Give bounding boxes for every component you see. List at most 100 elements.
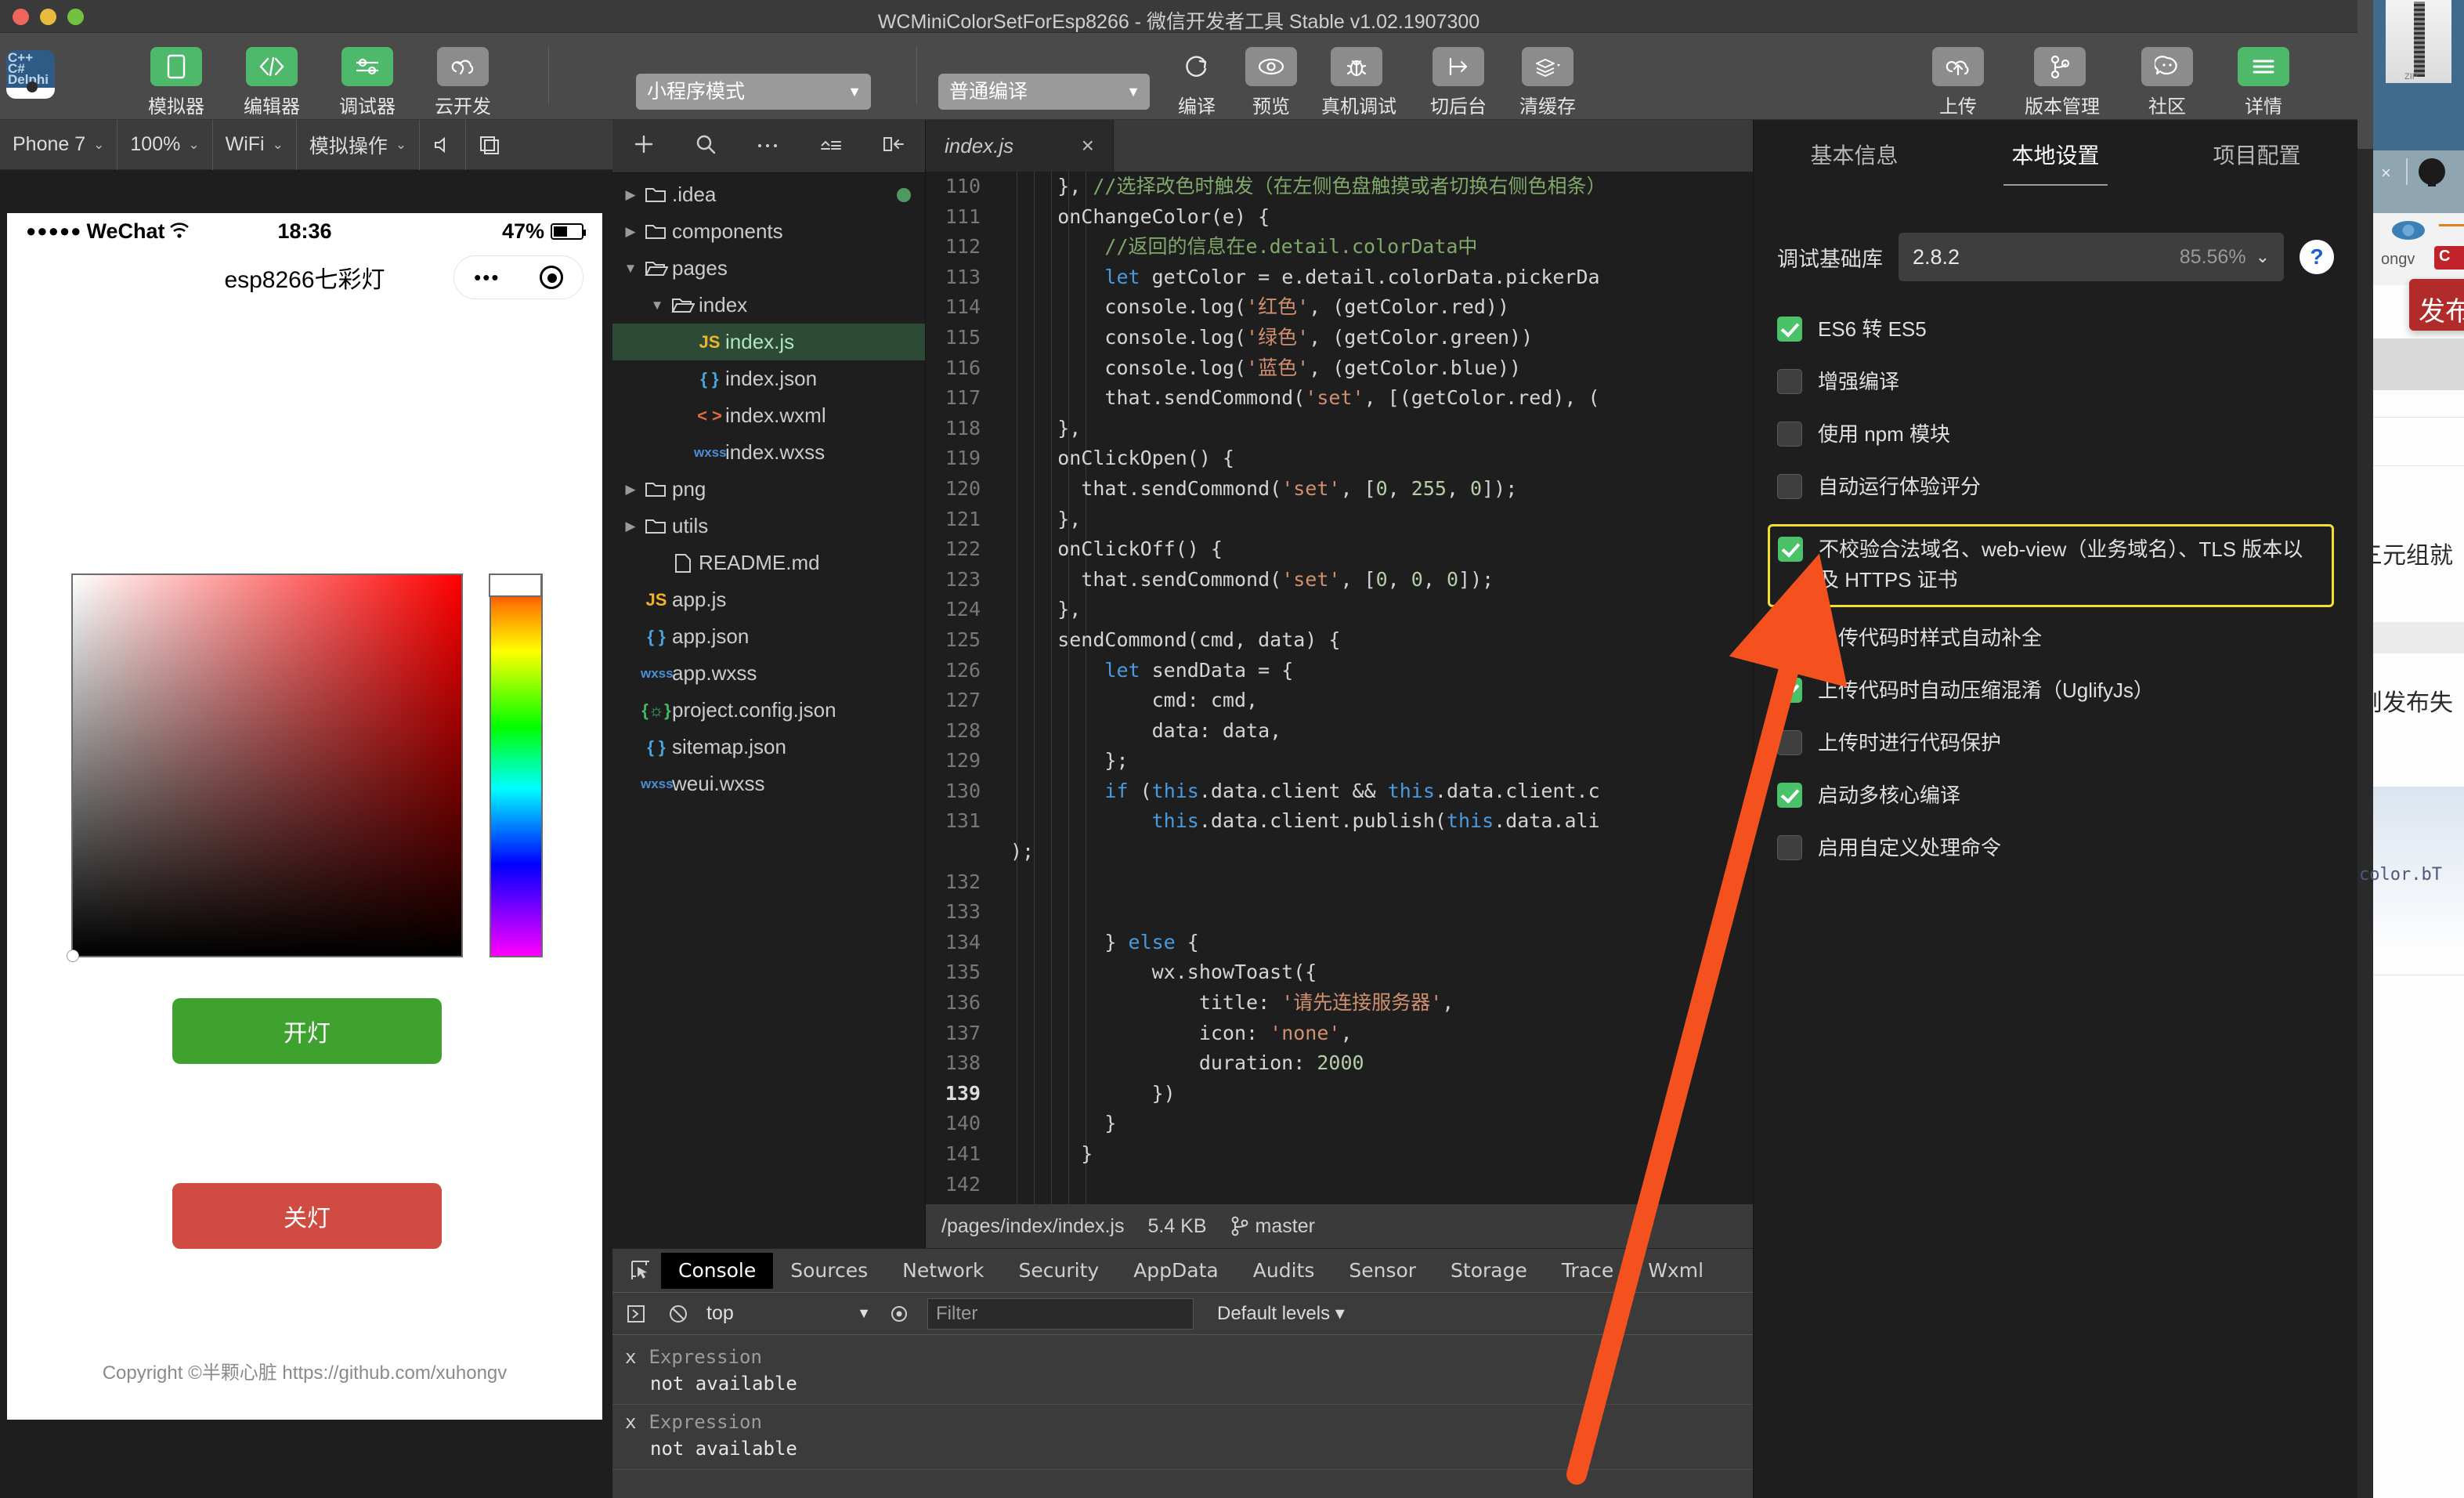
- checkbox[interactable]: [1777, 730, 1802, 755]
- mode-select[interactable]: 小程序模式 ▼: [636, 74, 871, 110]
- clear-console-icon[interactable]: [664, 1304, 692, 1324]
- tree-item-project-config-json[interactable]: {☼} project.config.json: [612, 692, 925, 729]
- tree-item-index-json[interactable]: { } index.json: [612, 360, 925, 397]
- devtools-tab-network[interactable]: Network: [885, 1253, 1001, 1289]
- device-select[interactable]: Phone 7 ⌄: [0, 119, 118, 170]
- editor-tab-index-js[interactable]: index.js ×: [926, 120, 1114, 172]
- tree-item-png[interactable]: ▶ png: [612, 471, 925, 508]
- chevron-down-icon[interactable]: ▼: [620, 261, 641, 277]
- help-icon[interactable]: ?: [2300, 240, 2334, 274]
- tree-item-app-js[interactable]: JS app.js: [612, 581, 925, 618]
- toolbar-button-upload[interactable]: 上传: [1923, 47, 1993, 118]
- setting-row-2[interactable]: 使用 npm 模块: [1777, 419, 2334, 450]
- devtools-tab-audits[interactable]: Audits: [1236, 1253, 1332, 1289]
- tree-item-README-md[interactable]: README.md: [612, 545, 925, 581]
- window-icon[interactable]: [465, 119, 513, 170]
- panel-icon[interactable]: [882, 135, 905, 157]
- console-levels-select[interactable]: Default levels ▾: [1217, 1302, 1345, 1325]
- phone-screen[interactable]: ●●●●● WeChat 18:36 47% esp8266七彩灯 ••• 开灯…: [7, 213, 602, 1420]
- checkbox[interactable]: [1778, 537, 1803, 562]
- toolbar-button-background[interactable]: 切后台: [1423, 47, 1494, 118]
- details-tab-0[interactable]: 基本信息: [1810, 139, 1898, 186]
- debug-library-select[interactable]: 2.8.2 85.56% ⌄: [1899, 233, 2284, 281]
- hue-slider[interactable]: [489, 574, 543, 957]
- plus-icon[interactable]: [632, 132, 656, 160]
- light-off-button[interactable]: 关灯: [172, 1183, 442, 1249]
- toolbar-button-debugger[interactable]: 调试器: [332, 47, 403, 118]
- target-icon[interactable]: [539, 266, 563, 289]
- devtools-tab-sources[interactable]: Sources: [773, 1253, 885, 1289]
- chevron-down-icon[interactable]: ▼: [647, 298, 667, 313]
- checkbox[interactable]: [1777, 474, 1802, 499]
- details-tab-2[interactable]: 项目配置: [2213, 139, 2300, 186]
- checkbox[interactable]: [1777, 625, 1802, 650]
- collapse-icon[interactable]: [819, 136, 843, 156]
- toolbar-button-preview[interactable]: 预览: [1236, 47, 1306, 118]
- setting-row-0[interactable]: ES6 转 ES5: [1777, 314, 2334, 345]
- compile-select[interactable]: 普通编译 ▼: [938, 74, 1150, 110]
- checkbox[interactable]: [1777, 369, 1802, 394]
- checkbox[interactable]: [1777, 422, 1802, 447]
- setting-row-6[interactable]: 上传代码时自动压缩混淆（UglifyJs）: [1777, 675, 2334, 706]
- tree-item-utils[interactable]: ▶ utils: [612, 508, 925, 545]
- tree-item-app-json[interactable]: { } app.json: [612, 618, 925, 655]
- toolbar-button-compile[interactable]: 编译: [1162, 47, 1232, 118]
- console-context-select[interactable]: top ▼: [706, 1302, 871, 1325]
- setting-row-7[interactable]: 上传时进行代码保护: [1777, 728, 2334, 758]
- tree-item-index-wxss[interactable]: wxss index.wxss: [612, 434, 925, 471]
- setting-row-3[interactable]: 自动运行体验评分: [1777, 472, 2334, 502]
- hue-slider-thumb[interactable]: [489, 574, 542, 597]
- tree-item-app-wxss[interactable]: wxss app.wxss: [612, 655, 925, 692]
- setting-row-4[interactable]: 不校验合法域名、web-view（业务域名）、TLS 版本以及 HTTPS 证书: [1768, 524, 2334, 607]
- devtools-tab-security[interactable]: Security: [1002, 1253, 1117, 1289]
- toolbar-button-clouddev[interactable]: 云开发: [428, 47, 498, 118]
- tree-item-index[interactable]: ▼ index: [612, 287, 925, 324]
- devtools-tab-appdata[interactable]: AppData: [1116, 1253, 1236, 1289]
- console-filter-input[interactable]: Filter: [927, 1297, 1194, 1330]
- wechat-capsule[interactable]: •••: [453, 255, 583, 299]
- tree-item--idea[interactable]: ▶ .idea: [612, 176, 925, 213]
- close-icon[interactable]: ×: [1082, 133, 1094, 158]
- devtools-tab-sensor[interactable]: Sensor: [1331, 1253, 1433, 1289]
- toolbar-button-details[interactable]: 详情: [2228, 47, 2299, 118]
- tree-item-index-js[interactable]: JS index.js: [612, 324, 925, 360]
- checkbox[interactable]: [1777, 317, 1802, 342]
- toolbar-button-version[interactable]: 版本管理: [2025, 47, 2100, 118]
- more-icon[interactable]: [756, 139, 779, 154]
- network-select[interactable]: WiFi ⌄: [213, 119, 297, 170]
- more-icon[interactable]: •••: [474, 266, 500, 290]
- tree-item-pages[interactable]: ▼ pages: [612, 250, 925, 287]
- search-icon[interactable]: [695, 133, 717, 159]
- setting-row-8[interactable]: 启动多核心编译: [1777, 780, 2334, 811]
- devtools-tab-wxml[interactable]: Wxml: [1631, 1253, 1721, 1289]
- toolbar-button-community[interactable]: 社区: [2132, 47, 2202, 118]
- details-tab-1[interactable]: 本地设置: [2003, 139, 2108, 186]
- chevron-right-icon[interactable]: ▶: [620, 482, 641, 498]
- mock-action-select[interactable]: 模拟操作 ⌄: [297, 119, 421, 170]
- execute-icon[interactable]: [622, 1304, 650, 1324]
- setting-row-5[interactable]: 上传代码时样式自动补全: [1777, 623, 2334, 653]
- setting-row-1[interactable]: 增强编译: [1777, 367, 2334, 397]
- checkbox[interactable]: [1777, 835, 1802, 860]
- toolbar-button-editor[interactable]: 编辑器: [237, 47, 307, 118]
- checkbox[interactable]: [1777, 678, 1802, 703]
- speaker-icon[interactable]: [420, 120, 465, 170]
- light-on-button[interactable]: 开灯: [172, 998, 442, 1064]
- devtools-tab-trace[interactable]: Trace: [1545, 1253, 1631, 1289]
- inspect-cursor-icon[interactable]: [620, 1259, 661, 1283]
- color-picker-square[interactable]: [67, 574, 463, 962]
- tree-item-sitemap-json[interactable]: { } sitemap.json: [612, 729, 925, 765]
- code-content[interactable]: 110 }, //选择改色时触发（在左侧色盘触摸或者切换右侧色相条） 111 on…: [926, 172, 1753, 1204]
- devtools-tab-console[interactable]: Console: [661, 1252, 774, 1289]
- toolbar-button-realdevice[interactable]: 真机调试: [1321, 47, 1396, 118]
- git-branch[interactable]: master: [1230, 1215, 1315, 1238]
- eye-icon[interactable]: [885, 1303, 913, 1325]
- setting-row-9[interactable]: 启用自定义处理命令: [1777, 833, 2334, 863]
- toolbar-button-clearcache[interactable]: 清缓存: [1512, 47, 1583, 118]
- tree-item-index-wxml[interactable]: < > index.wxml: [612, 397, 925, 434]
- zoom-select[interactable]: 100% ⌄: [117, 119, 213, 170]
- tree-item-components[interactable]: ▶ components: [612, 213, 925, 250]
- chevron-right-icon[interactable]: ▶: [620, 187, 641, 203]
- chevron-right-icon[interactable]: ▶: [620, 519, 641, 534]
- checkbox[interactable]: [1777, 783, 1802, 808]
